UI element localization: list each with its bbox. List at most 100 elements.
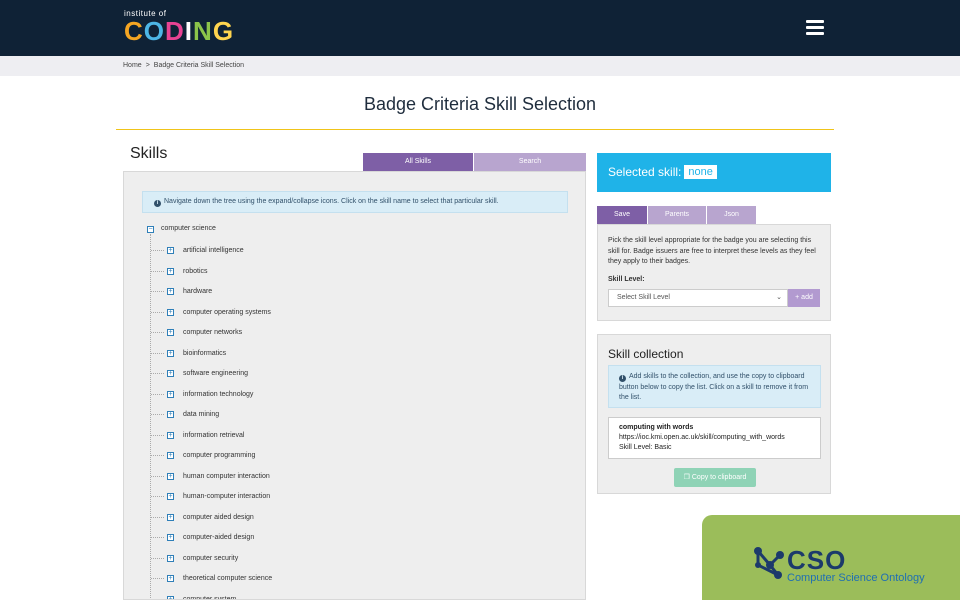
tree-node-label[interactable]: human-computer interaction bbox=[183, 493, 270, 500]
tree-node-label[interactable]: software engineering bbox=[183, 370, 248, 377]
tree-node-label[interactable]: computer programming bbox=[183, 452, 255, 459]
tree-connector bbox=[151, 475, 164, 477]
logo-letter: N bbox=[193, 16, 213, 46]
save-panel: Pick the skill level appropriate for the… bbox=[597, 224, 831, 321]
tree-connector bbox=[151, 270, 164, 272]
tree-connector bbox=[151, 332, 164, 333]
tree-connector bbox=[151, 557, 164, 559]
tab-search[interactable]: Search bbox=[474, 153, 586, 171]
info-icon: i bbox=[619, 375, 626, 382]
clipboard-icon: ❐ bbox=[683, 474, 690, 481]
tree-node-label[interactable]: robotics bbox=[183, 268, 208, 275]
top-navbar: institute of CODING bbox=[0, 0, 960, 56]
expand-icon[interactable]: + bbox=[167, 534, 174, 541]
tree-connector bbox=[151, 537, 164, 538]
logo-wordmark: CODING bbox=[124, 17, 234, 45]
cso-badge[interactable]: CSO Computer Science Ontology bbox=[702, 515, 960, 600]
tree-connector bbox=[151, 414, 164, 415]
expand-icon[interactable]: + bbox=[167, 247, 174, 254]
tree-info-alert: i Navigate down the tree using the expand… bbox=[142, 191, 568, 213]
expand-icon[interactable]: + bbox=[167, 390, 174, 398]
add-skill-button[interactable]: + add bbox=[788, 289, 820, 307]
selected-skill-value: none bbox=[684, 165, 717, 179]
tree-node-label[interactable]: computer networks bbox=[183, 329, 242, 336]
selected-skill-label: Selected skill: bbox=[608, 165, 682, 179]
tree-connector bbox=[151, 311, 164, 313]
tree-connector bbox=[151, 291, 164, 292]
tree-node-label[interactable]: information retrieval bbox=[183, 432, 244, 439]
breadcrumb-current: Badge Criteria Skill Selection bbox=[153, 62, 245, 69]
tree-node-label[interactable]: computer operating systems bbox=[183, 309, 271, 316]
hamburger-icon[interactable] bbox=[806, 20, 824, 36]
tree-node-label[interactable]: bioinformatics bbox=[183, 350, 226, 357]
tree-node-label[interactable]: computer system bbox=[183, 596, 236, 600]
expand-icon[interactable]: + bbox=[167, 452, 174, 459]
logo-letter: C bbox=[124, 16, 144, 46]
collection-item[interactable]: computing with words https://ioc.kmi.ope… bbox=[608, 417, 821, 459]
tree-node-label[interactable]: hardware bbox=[183, 288, 212, 295]
tree-connector bbox=[151, 250, 164, 251]
tree-node-label[interactable]: artificial intelligence bbox=[183, 247, 244, 254]
tree-node-label[interactable]: data mining bbox=[183, 411, 219, 418]
skill-level-select[interactable]: Select Skill Level ⌄ bbox=[608, 289, 788, 307]
logo-letter: O bbox=[143, 16, 166, 46]
tree-connector bbox=[151, 434, 164, 436]
tree-connector bbox=[151, 598, 164, 599]
title-divider bbox=[116, 129, 834, 130]
expand-icon[interactable]: + bbox=[167, 493, 174, 500]
selected-skill-box: Selected skill: none bbox=[597, 153, 831, 192]
breadcrumb-separator: > bbox=[145, 62, 150, 69]
collapse-icon[interactable]: − bbox=[147, 226, 154, 233]
expand-icon[interactable]: + bbox=[167, 349, 174, 357]
collection-info-text: Add skills to the collection, and use th… bbox=[619, 373, 809, 401]
expand-icon[interactable]: + bbox=[167, 431, 174, 439]
expand-icon[interactable]: + bbox=[167, 267, 174, 275]
tree-connector bbox=[151, 373, 164, 374]
expand-icon[interactable]: + bbox=[167, 554, 174, 562]
expand-icon[interactable]: + bbox=[167, 329, 174, 336]
expand-icon[interactable]: + bbox=[167, 288, 174, 295]
expand-icon[interactable]: + bbox=[167, 308, 174, 316]
institute-of-coding-logo[interactable]: institute of CODING bbox=[124, 9, 254, 45]
tab-json[interactable]: Json bbox=[707, 206, 756, 224]
tab-save[interactable]: Save bbox=[597, 206, 647, 224]
tab-parents[interactable]: Parents bbox=[648, 206, 706, 224]
breadcrumb: Home > Badge Criteria Skill Selection bbox=[123, 62, 244, 69]
collection-item-url: https://ioc.kmi.open.ac.uk/skill/computi… bbox=[619, 434, 785, 441]
copy-button-label: Copy to clipboard bbox=[691, 474, 747, 481]
tree-guide-line bbox=[150, 234, 151, 599]
tree-connector bbox=[151, 455, 164, 456]
skill-tree-panel[interactable]: i Navigate down the tree using the expand… bbox=[123, 171, 586, 600]
tree-info-text: Navigate down the tree using the expand/… bbox=[164, 198, 499, 205]
tree-node-label[interactable]: theoretical computer science bbox=[183, 575, 272, 582]
breadcrumb-home-link[interactable]: Home bbox=[123, 62, 142, 69]
expand-icon[interactable]: + bbox=[167, 513, 174, 521]
expand-icon[interactable]: + bbox=[167, 575, 174, 582]
skill-level-select-value: Select Skill Level bbox=[617, 294, 670, 301]
tree-node-label[interactable]: computer-aided design bbox=[183, 534, 254, 541]
copy-to-clipboard-button[interactable]: ❐ Copy to clipboard bbox=[674, 468, 756, 487]
skill-collection-panel: Skill collection i Add skills to the coll… bbox=[597, 334, 831, 494]
tree-connector bbox=[151, 352, 164, 354]
tree-connector bbox=[151, 516, 164, 518]
chevron-down-icon: ⌄ bbox=[776, 294, 782, 301]
skill-collection-title: Skill collection bbox=[608, 347, 684, 361]
expand-icon[interactable]: + bbox=[167, 595, 174, 599]
tree-connector bbox=[151, 578, 164, 579]
tree-root-label[interactable]: computer science bbox=[161, 225, 216, 232]
tree-connector bbox=[151, 496, 164, 497]
tree-node-label[interactable]: computer aided design bbox=[183, 514, 254, 521]
tree-root-node[interactable]: − computer science bbox=[147, 225, 216, 233]
tab-all-skills[interactable]: All Skills bbox=[363, 153, 473, 171]
expand-icon[interactable]: + bbox=[167, 472, 174, 480]
info-icon: i bbox=[154, 200, 161, 207]
expand-icon[interactable]: + bbox=[167, 411, 174, 418]
tree-node-label[interactable]: human computer interaction bbox=[183, 473, 270, 480]
cso-network-icon bbox=[754, 547, 784, 579]
logo-letter: D bbox=[165, 16, 185, 46]
skill-level-label: Skill Level: bbox=[608, 276, 645, 283]
tree-node-label[interactable]: information technology bbox=[183, 391, 253, 398]
expand-icon[interactable]: + bbox=[167, 370, 174, 377]
cso-subtitle: Computer Science Ontology bbox=[787, 572, 925, 584]
tree-node-label[interactable]: computer security bbox=[183, 555, 238, 562]
